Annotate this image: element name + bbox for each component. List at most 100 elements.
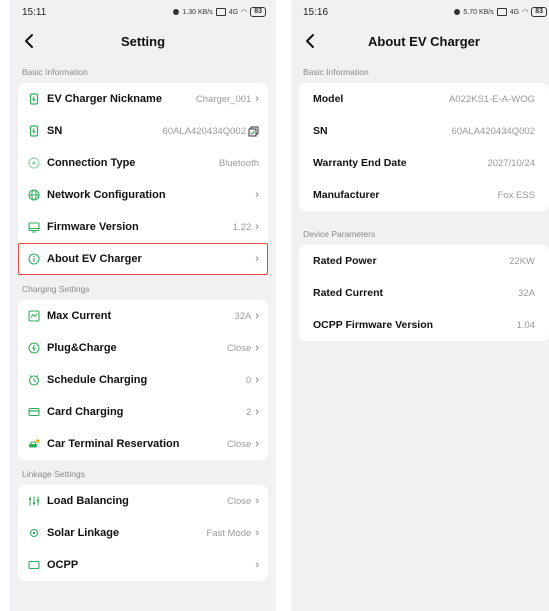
setting-row-plug-charge[interactable]: Plug&Charge Close › [18, 332, 268, 364]
nfc-icon [496, 8, 507, 16]
setting-value: Fast Mode [206, 527, 252, 539]
setting-value: 1.22 [232, 221, 252, 233]
current-icon [28, 310, 40, 322]
settings-list: Basic Information EV Charger Nickname Char… [10, 58, 276, 581]
setting-label: EV Charger Nickname [47, 93, 162, 105]
car-icon [28, 438, 40, 450]
setting-value: Close [227, 438, 252, 450]
card-icon [28, 406, 40, 418]
back-icon[interactable] [303, 33, 317, 49]
setting-label: Plug&Charge [47, 342, 117, 354]
setting-label: Solar Linkage [47, 527, 120, 539]
chevron-right-icon: › [255, 253, 259, 265]
setting-row-network-configuration[interactable]: Network Configuration › [18, 179, 268, 211]
setting-label: OCPP [47, 559, 79, 571]
setting-value: Charger_001 [195, 93, 252, 105]
copy-icon[interactable] [248, 126, 259, 137]
info-row-sn: SN 60ALA420434Q002 [299, 115, 549, 147]
info-value: 32A [518, 287, 535, 299]
settings-card: EV Charger Nickname Charger_001 › SN 60ALA42… [18, 83, 268, 275]
setting-row-ocpp[interactable]: OCPP › [18, 549, 268, 581]
setting-row-sn[interactable]: SN 60ALA420434Q002 [18, 115, 268, 147]
setting-row-firmware-version[interactable]: Firmware Version 1.22 › [18, 211, 268, 243]
setting-value: 60ALA420434Q002 [162, 125, 246, 137]
setting-value: 0 [246, 374, 252, 386]
about-screen: 15:16 5.70 KB/s 4G ◠ 83 About EV Charger… [291, 0, 549, 611]
setting-label: Card Charging [47, 406, 124, 418]
balance-icon [28, 495, 40, 507]
setting-label: Max Current [47, 310, 112, 322]
info-card: Model A022KS1-E-A-WOG SN 60ALA420434Q002 War… [299, 83, 549, 211]
info-card: Rated Power 22KW Rated Current 32A OCPP Firm… [299, 245, 549, 341]
chevron-right-icon: › [255, 189, 259, 201]
chevron-right-icon: › [255, 559, 259, 571]
setting-row-load-balancing[interactable]: Load Balancing Close › [18, 485, 268, 517]
nfc-icon [215, 8, 226, 16]
section-label: Device Parameters [303, 229, 376, 239]
section-label: Basic Information [22, 67, 88, 77]
wifi-icon: ◠ [522, 9, 529, 16]
setting-row-about-ev-charger[interactable]: About EV Charger › [18, 243, 268, 275]
section-label: Charging Settings [22, 284, 90, 294]
info-label: SN [313, 125, 328, 137]
chevron-right-icon: › [255, 342, 259, 354]
clock-icon [28, 374, 40, 386]
signal-icon: 4G [509, 8, 520, 16]
info-value: 1.04 [516, 319, 536, 331]
info-row-manufacturer: Manufacturer Fox ESS [299, 179, 549, 211]
setting-label: SN [47, 125, 63, 137]
setting-row-car-terminal-reservation[interactable]: Car Terminal Reservation Close › [18, 428, 268, 460]
setting-row-connection-type: Connection Type Bluetooth [18, 147, 268, 179]
chevron-right-icon: › [255, 527, 259, 539]
setting-value: 32A [234, 310, 252, 322]
info-row-rated-power: Rated Power 22KW [299, 245, 549, 277]
battery-icon: 83 [250, 7, 266, 17]
connection-icon [28, 157, 40, 169]
chevron-right-icon: › [255, 406, 259, 418]
info-label: Manufacturer [313, 189, 380, 201]
setting-label: Load Balancing [47, 495, 129, 507]
info-label: Rated Power [313, 255, 377, 267]
charger-icon [28, 125, 40, 137]
setting-value: Close [227, 495, 252, 507]
info-value: 22KW [509, 255, 535, 267]
info-row-ocpp-firmware-version: OCPP Firmware Version 1.04 [299, 309, 549, 341]
globe-icon [28, 189, 40, 201]
info-label: Model [313, 93, 344, 105]
info-label: Warranty End Date [313, 157, 407, 169]
setting-label: Connection Type [47, 157, 136, 169]
setting-row-card-charging[interactable]: Card Charging 2 › [18, 396, 268, 428]
back-icon[interactable] [22, 33, 36, 49]
setting-label: Car Terminal Reservation [47, 438, 180, 450]
page-title: Setting [120, 33, 166, 49]
info-value: A022KS1-E-A-WOG [448, 93, 535, 105]
chevron-right-icon: › [255, 310, 259, 322]
info-row-warranty-end-date: Warranty End Date 2027/10/24 [299, 147, 549, 179]
signal-icon: 4G [228, 8, 239, 16]
setting-value: Bluetooth [218, 157, 259, 169]
ocpp-icon [28, 559, 40, 571]
setting-row-solar-linkage[interactable]: Solar Linkage Fast Mode › [18, 517, 268, 549]
settings-card: Max Current 32A › Plug&Charge Close › Schedule… [18, 300, 268, 460]
info-label: OCPP Firmware Version [313, 319, 434, 331]
setting-value: Close [227, 342, 252, 354]
status-bar: 15:11 1.30 KB/s 4G ◠ 83 [10, 0, 276, 24]
setting-label: Schedule Charging [47, 374, 148, 386]
setting-row-ev-charger-nickname[interactable]: EV Charger Nickname Charger_001 › [18, 83, 268, 115]
do-not-disturb-icon [173, 9, 180, 15]
firmware-icon [28, 221, 40, 233]
chevron-right-icon: › [255, 93, 259, 105]
section-label: Basic Information [303, 67, 369, 77]
section-label: Linkage Settings [22, 469, 85, 479]
page-header: About EV Charger [291, 24, 549, 58]
chevron-right-icon: › [255, 495, 259, 507]
network-speed: 5.70 KB/s [463, 8, 494, 16]
battery-icon: 83 [531, 7, 547, 17]
setting-row-schedule-charging[interactable]: Schedule Charging 0 › [18, 364, 268, 396]
page-header: Setting [10, 24, 276, 58]
info-row-rated-current: Rated Current 32A [299, 277, 549, 309]
page-title: About EV Charger [368, 33, 480, 49]
setting-row-max-current[interactable]: Max Current 32A › [18, 300, 268, 332]
chevron-right-icon: › [255, 438, 259, 450]
info-value: 2027/10/24 [487, 157, 535, 169]
